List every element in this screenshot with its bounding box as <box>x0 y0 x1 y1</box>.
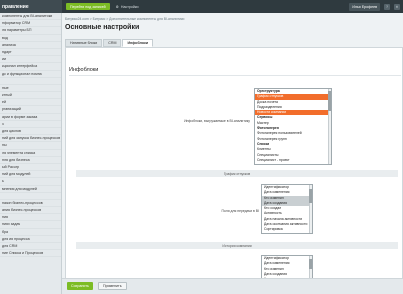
top-bar: правление Перейти под записей ⚙ Настройк… <box>0 0 403 13</box>
save-button[interactable]: Сохранить <box>67 282 93 290</box>
scrollbar[interactable] <box>309 185 312 233</box>
sidebar-item[interactable] <box>0 78 61 85</box>
fields-multiselect-vacation[interactable]: Идентификатор Дата изменения Кто изменил Да… <box>261 184 313 234</box>
sidebar-item[interactable]: ние Списка и Процессов <box>0 250 61 258</box>
sidebar-item[interactable]: ей <box>0 99 61 107</box>
panel-title: Инфоблоки <box>69 67 99 73</box>
sidebar-item[interactable]: ля параметры БП <box>0 27 61 35</box>
sidebar-item[interactable]: вод <box>0 35 61 42</box>
settings-link[interactable]: ⚙ Настройки <box>116 5 139 9</box>
sidebar-item[interactable]: ндарт <box>0 49 61 57</box>
tab-bar: Нативные блоки CRM Инфоблоки <box>65 39 154 47</box>
sidebar-item[interactable]: кционал интерфейса <box>0 63 61 71</box>
tab-infoblocks[interactable]: Инфоблоки <box>122 39 154 47</box>
user-menu[interactable]: Илья Ерофеев <box>349 2 380 11</box>
sidebar-item[interactable]: ниях задач <box>0 221 61 229</box>
sidebar-item[interactable]: нформатор CRM <box>0 20 61 28</box>
sidebar-item[interactable]: мнения для модулей <box>0 186 61 193</box>
infoblocks-multiselect[interactable]: Оргструктура График отпусков Доска почета П… <box>254 88 332 165</box>
section-header-vacation: График отпусков <box>76 170 398 177</box>
sidebar-item[interactable]: пазон бизнес-процессов <box>0 200 61 208</box>
sidebar-item[interactable]: ля элемента списка <box>0 150 61 157</box>
sidebar-item[interactable]: з <box>0 121 61 128</box>
star-icon[interactable]: ☆ <box>133 25 137 31</box>
sidebar-item[interactable] <box>0 193 61 200</box>
sidebar-item[interactable]: бра <box>0 229 61 236</box>
apply-button[interactable]: Применить <box>98 282 127 290</box>
sidebar-item[interactable]: ные <box>0 85 61 93</box>
sidebar-item[interactable]: анализа <box>0 42 61 49</box>
gear-icon: ⚙ <box>115 4 119 9</box>
sidebar-item[interactable]: ния <box>0 214 61 222</box>
sidebar-item[interactable]: пля для бизнеса <box>0 157 61 164</box>
sidebar-item[interactable]: пы <box>0 142 61 150</box>
sidebar-item[interactable]: ктный <box>0 92 61 100</box>
sidebar-item[interactable]: компоненты для ВI-аналитики <box>0 13 61 21</box>
sidebar-item[interactable]: для ия процесса <box>0 236 61 243</box>
breadcrumb[interactable]: Битрикс24.com > Битрикс > Дополнительные… <box>65 17 184 21</box>
sidebar-item[interactable]: ний для запуска бизнес-процессов <box>0 135 61 143</box>
sidebar-item[interactable]: рганизаций <box>0 106 61 114</box>
sidebar-item[interactable]: дс и функционал помпа <box>0 71 61 78</box>
close-icon[interactable]: ✕ <box>394 3 400 10</box>
sidebar-item[interactable]: ний для модулей <box>0 171 61 179</box>
section-header-history: История компании <box>76 242 398 249</box>
list-option[interactable]: Сортировка <box>262 227 312 232</box>
settings-panel: Инфоблоки Инфоблоки, выгружаемые в BI-ан… <box>65 47 403 289</box>
help-icon[interactable]: ? <box>384 3 390 10</box>
action-bar: Сохранить Применить <box>62 278 403 294</box>
settings-link-label: Настройки <box>120 4 139 9</box>
infoblocks-label: Инфоблоки, выгружаемые в BI-аналитику <box>184 119 250 123</box>
sidebar-item[interactable]: для циклов <box>0 128 61 136</box>
sidebar-item[interactable]: арии в форме заказа <box>0 114 61 121</box>
brand-title: правление <box>0 0 62 13</box>
go-to-records-button[interactable]: Перейти под записей <box>66 3 110 10</box>
main-content: Битрикс24.com > Битрикс > Дополнительные… <box>62 13 403 294</box>
tab-native-blocks[interactable]: Нативные блоки <box>65 39 103 47</box>
sidebar: компоненты для ВI-аналитики нформатор CRM… <box>0 13 62 294</box>
fields-label-vacation: Поля для передачи в BI <box>221 209 260 213</box>
sidebar-item[interactable]: для CRM <box>0 243 61 251</box>
sidebar-item[interactable]: ания бизнес-процессов <box>0 207 61 215</box>
scrollbar[interactable] <box>328 89 331 164</box>
sidebar-item[interactable]: ии <box>0 56 61 64</box>
list-option[interactable]: Специалист - проект <box>255 158 331 163</box>
sidebar-item[interactable]: ый Pacurp <box>0 164 61 172</box>
page-title: Основные настройки <box>65 24 140 31</box>
tab-crm[interactable]: CRM <box>103 39 122 47</box>
divider <box>69 75 401 76</box>
sidebar-item[interactable]: ь <box>0 178 61 186</box>
